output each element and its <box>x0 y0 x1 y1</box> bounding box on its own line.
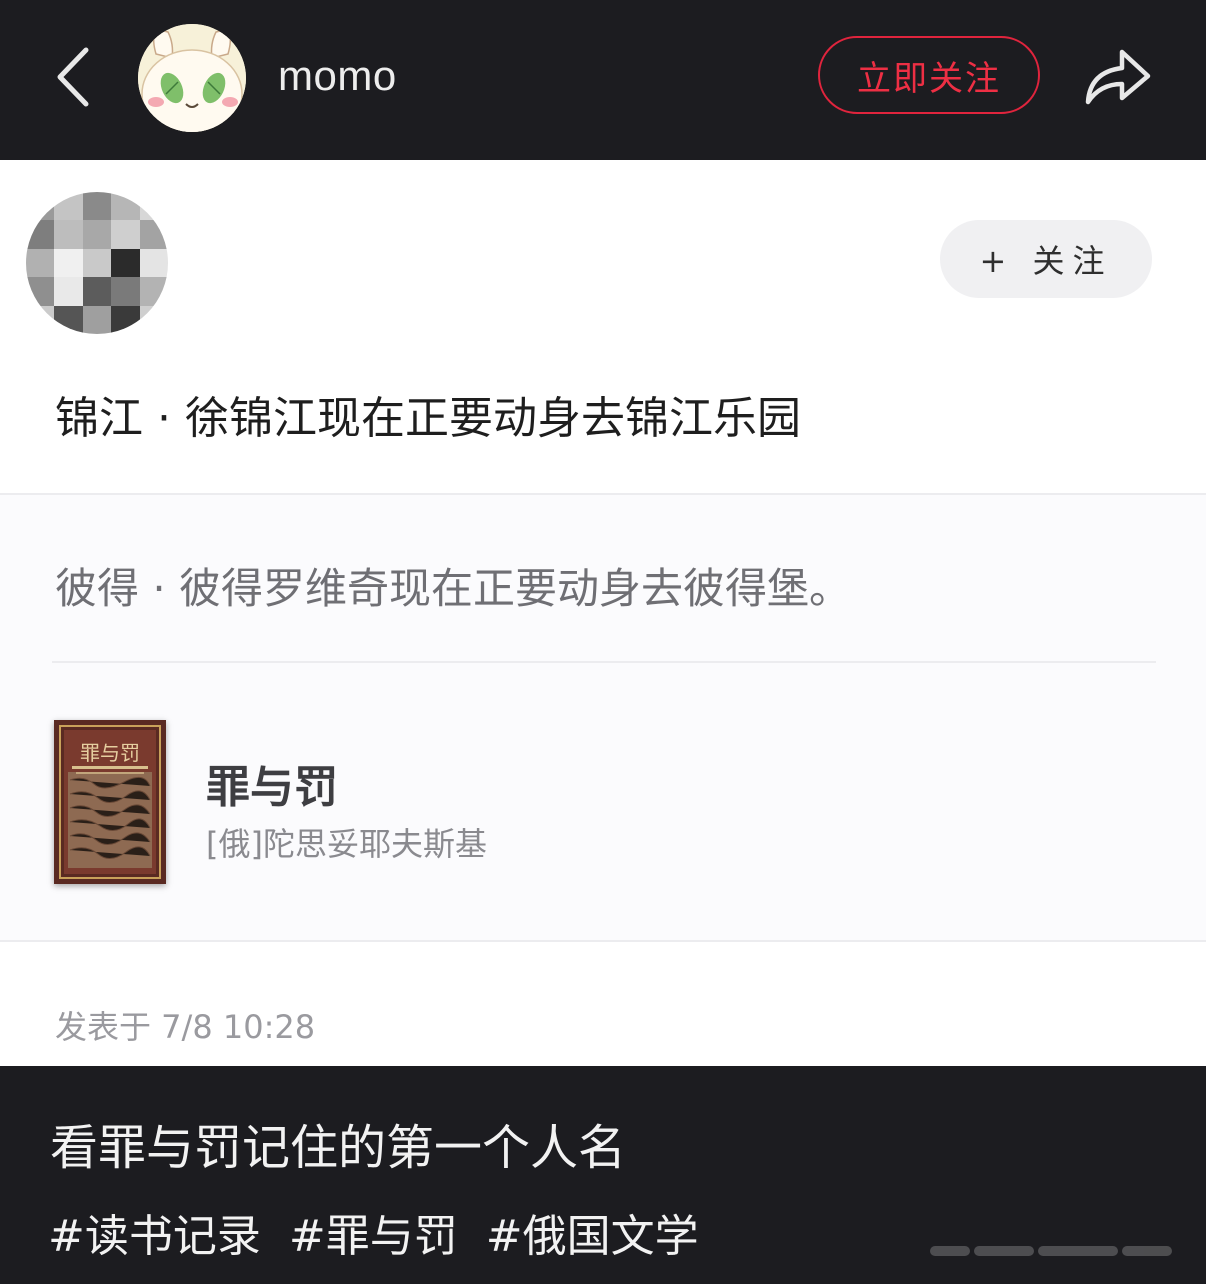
user-avatar[interactable] <box>138 24 246 132</box>
book-author: [俄]陀思妥耶夫斯基 <box>206 825 487 863</box>
share-icon[interactable] <box>1082 42 1154 108</box>
caption-text: 看罪与罚记住的第一个人名 <box>50 1120 627 1176</box>
book-cover[interactable]: 罪与罚 <box>54 720 166 884</box>
author-avatar[interactable] <box>26 192 168 334</box>
publish-time: 发表于 7/8 10:28 <box>55 1008 316 1046</box>
follow-now-button[interactable]: 立即关注 <box>818 36 1040 114</box>
post-title: 锦江 · 徐锦江现在正要动身去锦江乐园 <box>55 393 801 444</box>
divider <box>52 661 1156 663</box>
top-bar: momo 立即关注 <box>0 0 1206 160</box>
watermark <box>930 1238 1200 1264</box>
header-username[interactable]: momo <box>278 52 397 100</box>
hashtag[interactable]: #俄国文学 <box>486 1211 699 1262</box>
bunny-avatar-icon <box>138 24 246 132</box>
follow-button[interactable]: + 关注 <box>940 220 1152 298</box>
book-cover-art: 罪与罚 <box>54 720 166 884</box>
quote-block: 彼得 · 彼得罗维奇现在正要动身去彼得堡。 罪与罚 罪与罚 [俄]陀思妥耶夫斯基 <box>0 495 1206 940</box>
book-cover-title: 罪与罚 <box>80 741 140 765</box>
divider <box>0 940 1206 942</box>
hashtag[interactable]: #读书记录 <box>48 1211 261 1262</box>
hashtag-list: #读书记录 #罪与罚 #俄国文学 <box>48 1200 713 1264</box>
book-title[interactable]: 罪与罚 <box>206 751 338 815</box>
hashtag[interactable]: #罪与罚 <box>289 1211 458 1262</box>
back-chevron-icon[interactable] <box>50 42 100 112</box>
post-card: + 关注 锦江 · 徐锦江现在正要动身去锦江乐园 彼得 · 彼得罗维奇现在正要动… <box>0 160 1206 1066</box>
quote-text: 彼得 · 彼得罗维奇现在正要动身去彼得堡。 <box>55 564 852 613</box>
